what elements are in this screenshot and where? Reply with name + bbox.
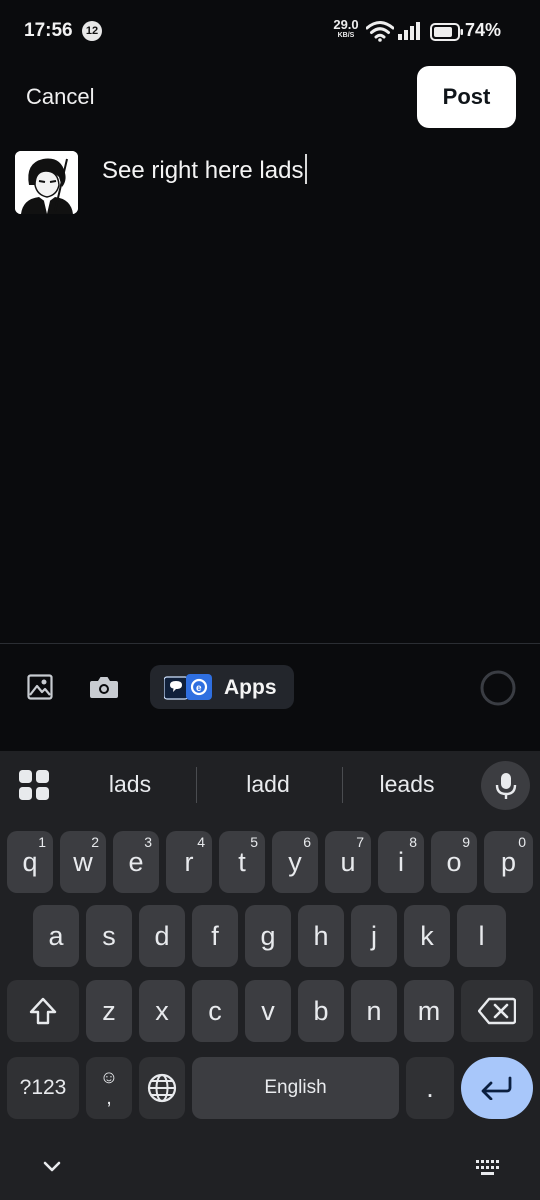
network-speed-value: 29.0 [333,17,359,32]
key-u[interactable]: u7 [325,831,371,893]
image-icon[interactable] [27,674,53,700]
key-i[interactable]: i8 [378,831,424,893]
key-x[interactable]: x [139,980,185,1042]
suggestion-3[interactable]: leads [355,771,459,798]
hide-keyboard-icon[interactable] [41,1160,63,1174]
key-w[interactable]: w2 [60,831,106,893]
status-bar: 17:56 12 29.0 KB/S 74% [0,0,540,62]
on-screen-keyboard: lads ladd leads q1 w2 e3 r4 t5 y6 u7 i8 … [0,751,540,1200]
suggestion-2[interactable]: ladd [216,771,320,798]
keyboard-menu-icon[interactable] [19,770,49,800]
text-cursor [305,154,308,184]
cancel-button[interactable]: Cancel [26,84,94,110]
apps-label: Apps [224,676,277,699]
post-button[interactable]: Post [417,66,516,128]
suggestion-1[interactable]: lads [78,771,182,798]
key-n[interactable]: n [351,980,397,1042]
backspace-icon [478,997,516,1025]
cell-signal-icon [398,22,420,40]
emoji-icon: ☺ [99,1067,119,1087]
key-r[interactable]: r4 [166,831,212,893]
space-bar[interactable]: English [192,1057,399,1119]
shift-icon [29,997,57,1025]
status-time: 17:56 [24,20,73,41]
emoji-comma-key[interactable]: ☺ , [86,1057,132,1119]
voice-input-button[interactable] [481,761,530,810]
battery-percent: 74% [465,20,502,40]
compose-post-screen: 17:56 12 29.0 KB/S 74% Cancel Post See r… [0,0,540,1200]
key-m[interactable]: m [404,980,454,1042]
suggestion-divider [342,767,343,803]
key-s[interactable]: s [86,905,132,967]
divider [0,643,540,644]
key-e[interactable]: e3 [113,831,159,893]
apps-button[interactable]: e Apps [150,665,294,709]
apps-icon: e [164,674,212,700]
key-a[interactable]: a [33,905,79,967]
key-h[interactable]: h [298,905,344,967]
symbols-key[interactable]: ?123 [7,1057,79,1119]
enter-icon [481,1076,512,1100]
key-f[interactable]: f [192,905,238,967]
enter-key[interactable] [461,1057,533,1119]
key-j[interactable]: j [351,905,397,967]
key-y[interactable]: y6 [272,831,318,893]
wifi-icon [366,21,394,42]
key-t[interactable]: t5 [219,831,265,893]
avatar[interactable] [15,151,78,214]
period-key[interactable]: . [406,1057,454,1119]
svg-text:e: e [196,683,202,694]
key-d[interactable]: d [139,905,185,967]
microphone-icon [495,773,517,799]
notification-count-badge: 12 [82,21,102,41]
network-speed-unit: KB/S [337,32,355,39]
key-c[interactable]: c [192,980,238,1042]
camera-icon[interactable] [89,675,119,699]
key-v[interactable]: v [245,980,291,1042]
avatar-image [15,151,78,214]
battery-icon [430,23,463,41]
suggestion-bar: lads ladd leads [0,751,540,823]
character-count-ring [480,670,516,706]
globe-icon [147,1073,177,1103]
key-p[interactable]: p0 [484,831,533,893]
key-k[interactable]: k [404,905,450,967]
language-key[interactable] [139,1057,185,1119]
key-b[interactable]: b [298,980,344,1042]
key-l[interactable]: l [457,905,506,967]
shift-key[interactable] [7,980,79,1042]
key-o[interactable]: o9 [431,831,477,893]
key-q[interactable]: q1 [7,831,53,893]
post-text-input[interactable]: See right here lads [102,154,308,187]
keyboard-switch-icon[interactable] [475,1159,501,1177]
suggestion-divider [196,767,197,803]
key-z[interactable]: z [86,980,132,1042]
key-g[interactable]: g [245,905,291,967]
network-speed: 29.0 KB/S [330,18,362,39]
backspace-key[interactable] [461,980,533,1042]
post-text: See right here lads [102,157,304,184]
